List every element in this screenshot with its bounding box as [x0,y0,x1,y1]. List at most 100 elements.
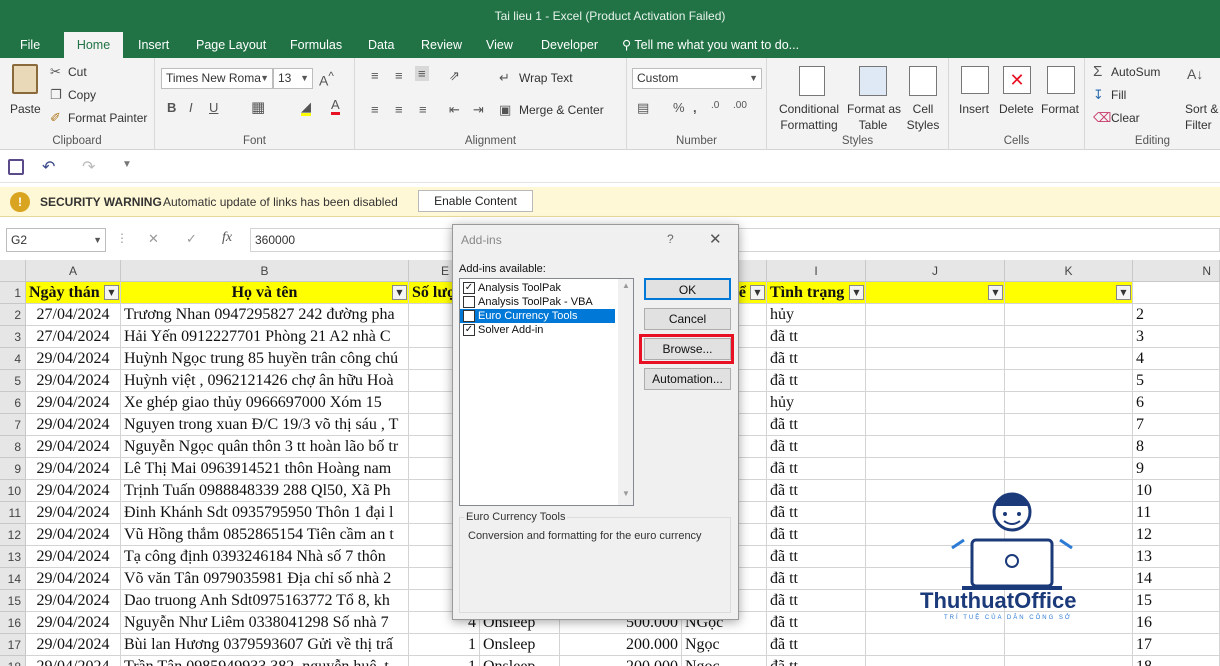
filter-dropdown-icon[interactable]: ▼ [750,285,765,300]
row-header[interactable]: 15 [0,590,26,612]
cell-n[interactable]: 15 [1133,590,1220,612]
tab-review[interactable]: Review [411,32,472,58]
cell-a[interactable]: 29/04/2024 [26,590,121,612]
cell-b[interactable]: Lê Thị Mai 0963914521 thôn Hoàng nam [121,458,409,480]
cell-n[interactable]: 18 [1133,656,1220,666]
header-cell[interactable]: Tình trạng ▼ [767,282,866,304]
cell-j[interactable] [866,326,1005,348]
cell-i[interactable]: đã tt [767,414,866,436]
cell-i[interactable]: đã tt [767,436,866,458]
customize-toolbar-icon[interactable]: ▼ [122,159,132,170]
column-header[interactable]: K [1005,260,1133,282]
cell-h[interactable]: Ngọc [682,656,767,666]
cell-b[interactable]: Xe ghép giao thủy 0966697000 Xóm 15 [121,392,409,414]
row-header[interactable]: 3 [0,326,26,348]
cell-k[interactable] [1005,392,1133,414]
tab-formulas[interactable]: Formulas [280,32,352,58]
header-cell[interactable]: Ngày thán ▼ [26,282,121,304]
cell-i[interactable]: hủy [767,392,866,414]
cell-k[interactable] [1005,656,1133,666]
filter-dropdown-icon[interactable]: ▼ [849,285,864,300]
wrap-text-button[interactable]: ↵ Wrap Text [499,70,589,88]
format-painter-button[interactable]: ✐ Format Painter [50,110,150,128]
tab-file[interactable]: File [10,32,50,58]
cell-k[interactable] [1005,436,1133,458]
cell-n[interactable]: 4 [1133,348,1220,370]
checkbox[interactable] [463,296,475,308]
orientation-icon[interactable]: ⇗ [449,68,460,84]
cell-a[interactable]: 29/04/2024 [26,436,121,458]
header-cell[interactable]: ▼ [866,282,1005,304]
cell-a[interactable]: 29/04/2024 [26,656,121,666]
tab-insert[interactable]: Insert [128,32,179,58]
cell[interactable] [1133,282,1220,304]
cell-a[interactable]: 29/04/2024 [26,524,121,546]
row-header[interactable]: 4 [0,348,26,370]
cell-n[interactable]: 8 [1133,436,1220,458]
cell-a[interactable]: 29/04/2024 [26,458,121,480]
cell-b[interactable]: Trịnh Tuấn 0988848339 288 Ql50, Xã Ph [121,480,409,502]
cell-k[interactable] [1005,304,1133,326]
filter-dropdown-icon[interactable]: ▼ [392,285,407,300]
row-header[interactable]: 10 [0,480,26,502]
increase-decimal-icon[interactable]: .0 [711,100,719,111]
decrease-indent-icon[interactable]: ⇤ [449,102,460,118]
format-as-table-button[interactable]: Format as Table [847,62,901,132]
cell-n[interactable]: 13 [1133,546,1220,568]
cell-f[interactable]: Onsleep [480,656,560,666]
cut-button[interactable]: ✂ Cut [50,64,140,82]
cell-h[interactable]: Ngọc [682,634,767,656]
delete-cells-button[interactable]: ✕ Delete [997,62,1037,132]
redo-icon[interactable]: ↷ [82,157,95,177]
comma-icon[interactable]: , [693,100,697,115]
cell-b[interactable]: Võ văn Tân 0979035981 Địa chỉ số nhà 2 [121,568,409,590]
number-format-select[interactable]: Custom ▼ [632,68,762,89]
borders-icon[interactable]: ▦ [251,98,265,116]
cell-a[interactable]: 27/04/2024 [26,304,121,326]
help-button[interactable]: ? [667,232,674,246]
cell-b[interactable]: Trương Nhan 0947295827 242 đường pha [121,304,409,326]
list-item[interactable]: Analysis ToolPak - VBA [460,295,615,309]
cell-k[interactable] [1005,458,1133,480]
cell-b[interactable]: Hải Yến 0912227701 Phòng 21 A2 nhà C [121,326,409,348]
cell-b[interactable]: Tạ công định 0393246184 Nhà số 7 thôn [121,546,409,568]
row-header[interactable]: 18 [0,656,26,666]
decrease-decimal-icon[interactable]: .00 [733,100,747,111]
cell-a[interactable]: 29/04/2024 [26,392,121,414]
browse-button[interactable]: Browse... [644,338,731,360]
add-ins-list[interactable]: ✓ Analysis ToolPak Analysis ToolPak - VBA… [459,278,634,506]
cell-a[interactable]: 29/04/2024 [26,348,121,370]
confirm-entry-icon[interactable]: ✓ [186,231,197,247]
name-box[interactable]: G2 ▼ [6,228,106,252]
column-header[interactable]: N [1133,260,1220,282]
cell-styles-button[interactable]: Cell Styles [901,62,945,132]
merge-center-button[interactable]: ▣ Merge & Center [499,102,625,120]
tab-view[interactable]: View [476,32,523,58]
copy-button[interactable]: ❐ Copy [50,87,140,105]
autosum-button[interactable]: Σ AutoSum [1093,63,1173,82]
scroll-up-icon[interactable]: ▲ [622,281,630,290]
cell-j[interactable] [866,458,1005,480]
cell-n[interactable]: 17 [1133,634,1220,656]
checkbox[interactable]: ✓ [463,324,475,336]
cell-a[interactable]: 29/04/2024 [26,502,121,524]
cell-a[interactable]: 29/04/2024 [26,568,121,590]
filter-dropdown-icon[interactable]: ▼ [104,285,119,300]
paste-button[interactable]: Paste [6,62,46,126]
align-right-icon[interactable]: ≡ [419,102,427,117]
cell-f[interactable]: Onsleep [480,634,560,656]
row-header[interactable]: 6 [0,392,26,414]
cell-k[interactable] [1005,348,1133,370]
column-header[interactable]: A [26,260,121,282]
conditional-formatting-button[interactable]: Conditional Formatting [773,62,845,132]
row-header[interactable]: 13 [0,546,26,568]
fill-color-icon[interactable]: ◢ [301,100,311,116]
cell-n[interactable]: 11 [1133,502,1220,524]
cell-b[interactable]: Huỳnh việt , 0962121426 chợ ân hữu Hoà [121,370,409,392]
cell-i[interactable]: hủy [767,304,866,326]
row-header[interactable]: 7 [0,414,26,436]
tab-home[interactable]: Home [64,32,123,58]
bold-icon[interactable]: B [167,100,176,115]
cell-i[interactable]: đã tt [767,524,866,546]
cell-i[interactable]: đã tt [767,458,866,480]
